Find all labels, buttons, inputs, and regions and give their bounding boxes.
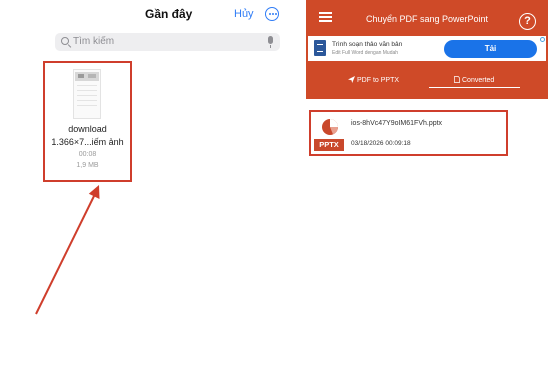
ad-download-button[interactable]: Tải: [444, 40, 537, 58]
app-bar: Chuyển PDF sang PowerPoint ?: [306, 0, 548, 32]
search-placeholder: Tìm kiếm: [73, 36, 115, 47]
pptx-file-icon: PPTX: [314, 115, 344, 151]
tab-pdf-to-pptx[interactable]: PDF to PPTX: [348, 76, 399, 84]
ellipsis-circle-icon[interactable]: [265, 7, 279, 21]
search-icon: [61, 37, 69, 45]
files-picker-panel: Gần đây Hủy Tìm kiếm download 1.366×7...…: [0, 0, 305, 365]
ad-info-icon[interactable]: [540, 37, 545, 42]
document-app-icon: [314, 40, 326, 56]
cancel-button[interactable]: Hủy: [234, 8, 254, 20]
send-icon: [348, 76, 355, 83]
page-title: Gần đây: [145, 7, 193, 21]
microphone-icon[interactable]: [268, 36, 273, 48]
app-panel: Chuyển PDF sang PowerPoint ? Trình soạn …: [306, 0, 548, 365]
tab-converted[interactable]: Converted: [454, 76, 494, 84]
converted-file-date: 03/18/2026 00:09:18: [351, 140, 411, 147]
file-name-line1: download: [68, 124, 107, 134]
file-size: 1,9 MB: [76, 162, 99, 169]
document-icon: [454, 76, 460, 83]
file-time: 00:08: [78, 151, 97, 158]
file-thumbnail: [73, 69, 101, 119]
tab-converted-label: Converted: [462, 77, 495, 84]
pptx-label: PPTX: [314, 139, 344, 151]
ad-subtitle: Edit Full Word dengan Mudah: [332, 50, 399, 56]
ad-title: Trình soạn thảo văn bản: [332, 41, 403, 48]
ad-banner[interactable]: Trình soạn thảo văn bản Edit Full Word d…: [308, 36, 546, 61]
active-tab-indicator: [429, 87, 520, 88]
search-input[interactable]: Tìm kiếm: [55, 33, 280, 51]
recent-file-item[interactable]: download 1.366×7...iếm ảnh 00:08 1,9 MB: [43, 61, 132, 182]
tab-pdf-to-pptx-label: PDF to PPTX: [357, 77, 400, 84]
file-name-line2: 1.366×7...iếm ảnh: [51, 137, 124, 147]
converted-file-row[interactable]: PPTX ios-8hVc47Y9oIM61FVh.pptx 03/18/202…: [309, 110, 508, 156]
tab-bar: PDF to PPTX Converted: [306, 63, 548, 95]
app-title: Chuyển PDF sang PowerPoint: [365, 14, 489, 24]
converted-file-name: ios-8hVc47Y9oIM61FVh.pptx: [351, 120, 443, 127]
help-circle-icon[interactable]: ?: [519, 13, 536, 30]
